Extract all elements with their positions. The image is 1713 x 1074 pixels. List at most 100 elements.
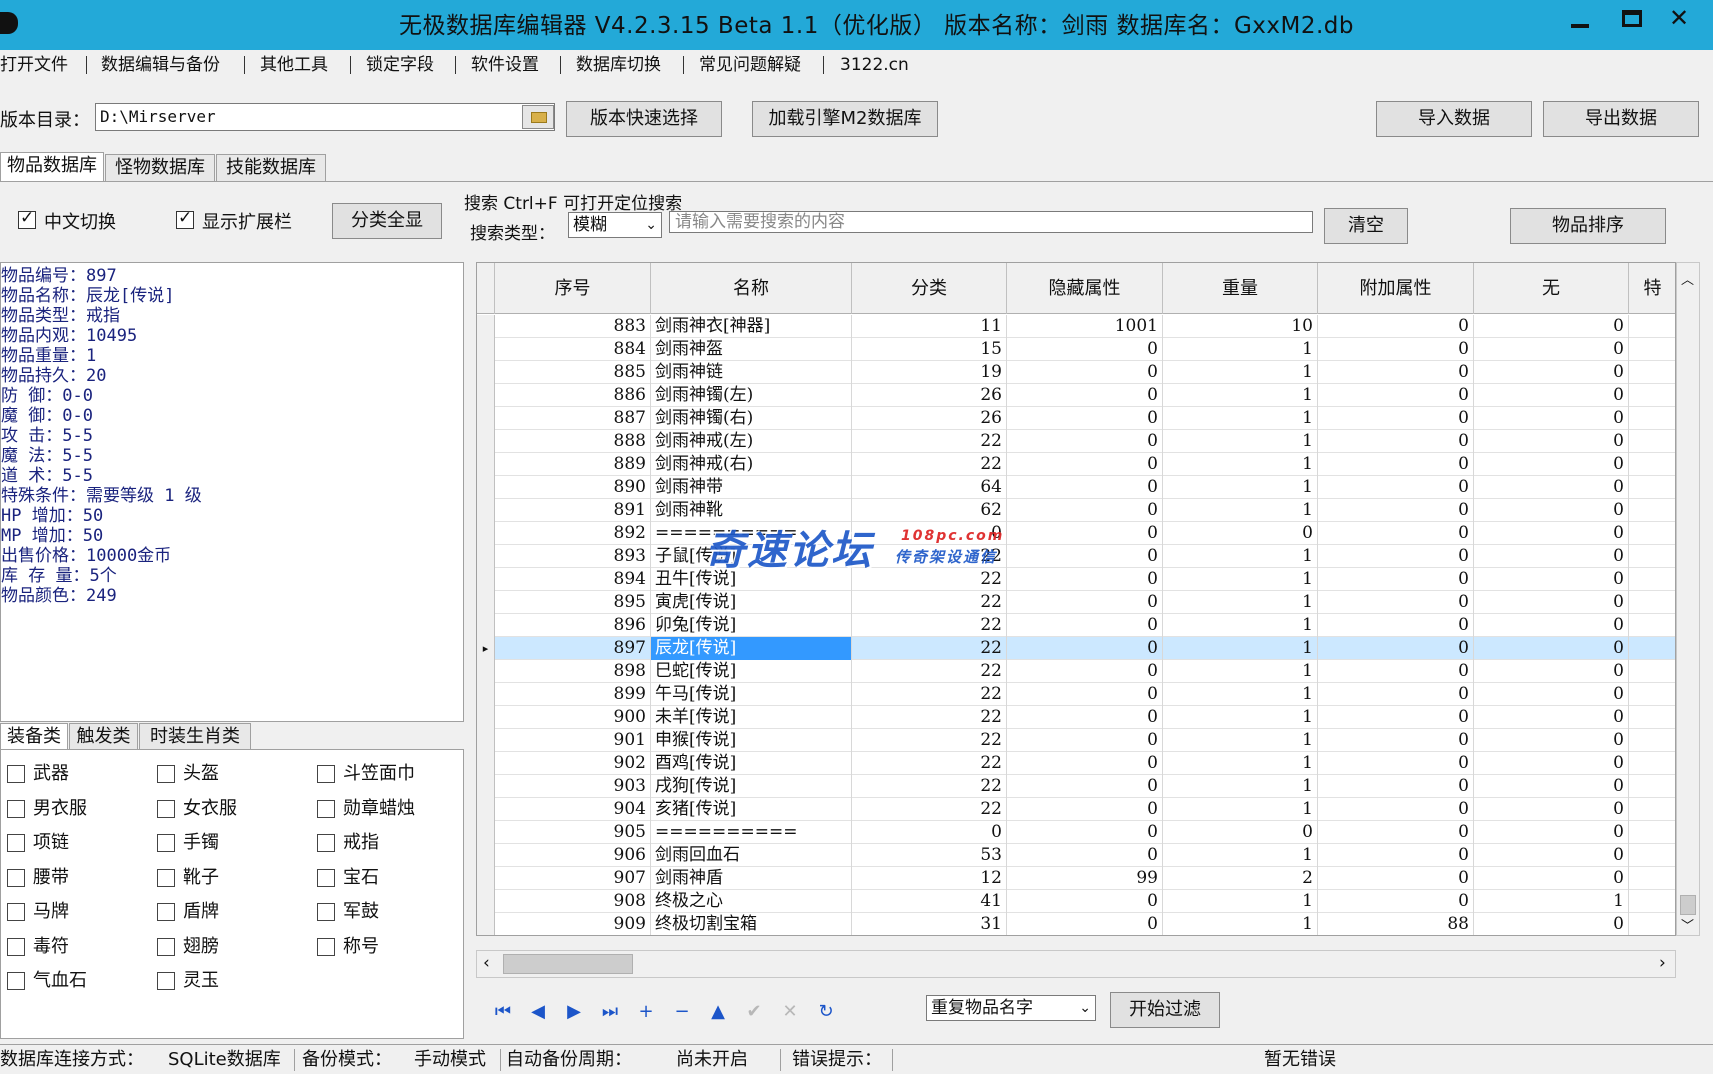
table-cell[interactable]: 1 <box>1163 407 1318 430</box>
table-cell[interactable]: 1 <box>1163 775 1318 798</box>
table-cell[interactable]: 0 <box>1474 407 1629 430</box>
table-cell[interactable]: 1 <box>1163 752 1318 775</box>
table-cell[interactable]: 0 <box>1474 591 1629 614</box>
row-selector[interactable] <box>477 499 495 522</box>
row-selector[interactable] <box>477 430 495 453</box>
row-selector[interactable] <box>477 706 495 729</box>
delete-icon[interactable]: − <box>668 999 696 1025</box>
clear-button[interactable]: 清空 <box>1324 208 1408 244</box>
table-cell[interactable]: 酉鸡[传说] <box>651 752 852 775</box>
category-checkbox[interactable]: 女衣服 <box>157 798 297 820</box>
table-cell[interactable]: 1 <box>1163 568 1318 591</box>
table-cell[interactable]: 0 <box>1474 867 1629 890</box>
table-cell[interactable]: 0 <box>1474 706 1629 729</box>
scroll-down-icon[interactable]: ﹀ <box>1681 915 1694 934</box>
menu-website[interactable]: 3122.cn <box>840 50 909 80</box>
table-cell[interactable]: 0 <box>1318 545 1474 568</box>
table-row[interactable]: 891 剑雨神靴 62 0 1 0 0 <box>477 499 1675 522</box>
checkbox-box[interactable] <box>7 868 25 887</box>
row-selector[interactable] <box>477 614 495 637</box>
checkbox-box[interactable] <box>317 937 335 956</box>
category-checkbox[interactable]: 武器 <box>7 763 147 785</box>
row-selector[interactable] <box>477 361 495 384</box>
row-selector[interactable] <box>477 660 495 683</box>
table-cell[interactable] <box>1629 798 1675 821</box>
column-header[interactable]: 特 <box>1629 263 1675 314</box>
row-selector[interactable] <box>477 315 495 338</box>
checkbox-box[interactable] <box>317 868 335 887</box>
menu-database-switch[interactable]: 数据库切换 <box>576 50 661 80</box>
table-cell[interactable]: 902 <box>495 752 651 775</box>
table-cell[interactable]: 0 <box>1474 361 1629 384</box>
table-cell[interactable] <box>1629 476 1675 499</box>
table-cell[interactable]: 1 <box>1163 729 1318 752</box>
table-cell[interactable]: 1 <box>1163 545 1318 568</box>
table-cell[interactable]: 0 <box>1007 499 1163 522</box>
table-cell[interactable]: 22 <box>852 706 1007 729</box>
table-cell[interactable]: 0 <box>1474 315 1629 338</box>
table-cell[interactable]: 0 <box>1474 775 1629 798</box>
table-cell[interactable]: 0 <box>1007 775 1163 798</box>
hscroll-thumb[interactable] <box>503 954 633 974</box>
category-checkbox[interactable]: 靴子 <box>157 867 297 889</box>
table-cell[interactable]: 0 <box>1474 384 1629 407</box>
table-cell[interactable]: 905 <box>495 821 651 844</box>
table-cell[interactable]: 0 <box>1007 821 1163 844</box>
table-cell[interactable]: 0 <box>1474 913 1629 935</box>
table-cell[interactable] <box>1629 683 1675 706</box>
tab-monsters[interactable]: 怪物数据库 <box>105 154 215 182</box>
table-cell[interactable]: 剑雨神带 <box>651 476 852 499</box>
row-selector[interactable] <box>477 890 495 913</box>
column-header[interactable]: 无 <box>1474 263 1629 314</box>
menu-software-settings[interactable]: 软件设置 <box>471 50 539 80</box>
row-selector[interactable] <box>477 798 495 821</box>
table-cell[interactable]: 剑雨神镯(右) <box>651 407 852 430</box>
table-cell[interactable]: 1 <box>1163 384 1318 407</box>
table-cell[interactable]: 0 <box>1007 430 1163 453</box>
table-cell[interactable] <box>1629 315 1675 338</box>
table-row[interactable]: 889 剑雨神戒(右) 22 0 1 0 0 <box>477 453 1675 476</box>
category-checkbox[interactable]: 称号 <box>317 936 457 958</box>
checkbox-box[interactable] <box>317 903 335 921</box>
table-cell[interactable]: 99 <box>1007 867 1163 890</box>
checkbox-box[interactable] <box>157 834 175 852</box>
table-cell[interactable] <box>1629 913 1675 935</box>
table-cell[interactable]: 0 <box>1318 361 1474 384</box>
table-row[interactable]: 893 子鼠[传说] 22 0 1 0 0 <box>477 545 1675 568</box>
table-cell[interactable]: 未羊[传说] <box>651 706 852 729</box>
table-cell[interactable]: 0 <box>1318 683 1474 706</box>
table-cell[interactable]: 1 <box>1163 361 1318 384</box>
category-checkbox[interactable]: 勋章蜡烛 <box>317 798 457 820</box>
table-cell[interactable]: 0 <box>1318 844 1474 867</box>
table-cell[interactable]: 0 <box>1474 752 1629 775</box>
row-selector[interactable] <box>477 729 495 752</box>
category-checkbox[interactable]: 宝石 <box>317 867 457 889</box>
table-cell[interactable]: 891 <box>495 499 651 522</box>
table-cell[interactable] <box>1629 867 1675 890</box>
table-cell[interactable]: 22 <box>852 430 1007 453</box>
table-cell[interactable]: 0 <box>1163 522 1318 545</box>
table-cell[interactable]: 亥猪[传说] <box>651 798 852 821</box>
table-cell[interactable]: 1 <box>1163 637 1318 660</box>
tab-equipment[interactable]: 装备类 <box>0 723 68 750</box>
column-header[interactable]: 分类 <box>852 263 1007 314</box>
table-cell[interactable]: 15 <box>852 338 1007 361</box>
table-cell[interactable]: 0 <box>1318 867 1474 890</box>
table-cell[interactable]: 0 <box>1474 568 1629 591</box>
table-cell[interactable]: 0 <box>1318 315 1474 338</box>
add-icon[interactable]: + <box>632 999 660 1025</box>
table-cell[interactable]: 0 <box>1007 476 1163 499</box>
checkbox-box[interactable] <box>317 834 335 852</box>
table-cell[interactable]: 22 <box>852 453 1007 476</box>
table-cell[interactable]: 1 <box>1163 844 1318 867</box>
first-icon[interactable]: ⏮ <box>489 999 517 1025</box>
table-cell[interactable]: 0 <box>1474 545 1629 568</box>
table-cell[interactable]: 0 <box>1318 568 1474 591</box>
category-checkbox[interactable]: 头盔 <box>157 763 297 785</box>
checkbox-box[interactable] <box>157 765 175 783</box>
table-cell[interactable]: 1 <box>1163 591 1318 614</box>
table-cell[interactable]: 88 <box>1318 913 1474 935</box>
table-cell[interactable] <box>1629 568 1675 591</box>
table-cell[interactable]: 898 <box>495 660 651 683</box>
table-cell[interactable]: 41 <box>852 890 1007 913</box>
